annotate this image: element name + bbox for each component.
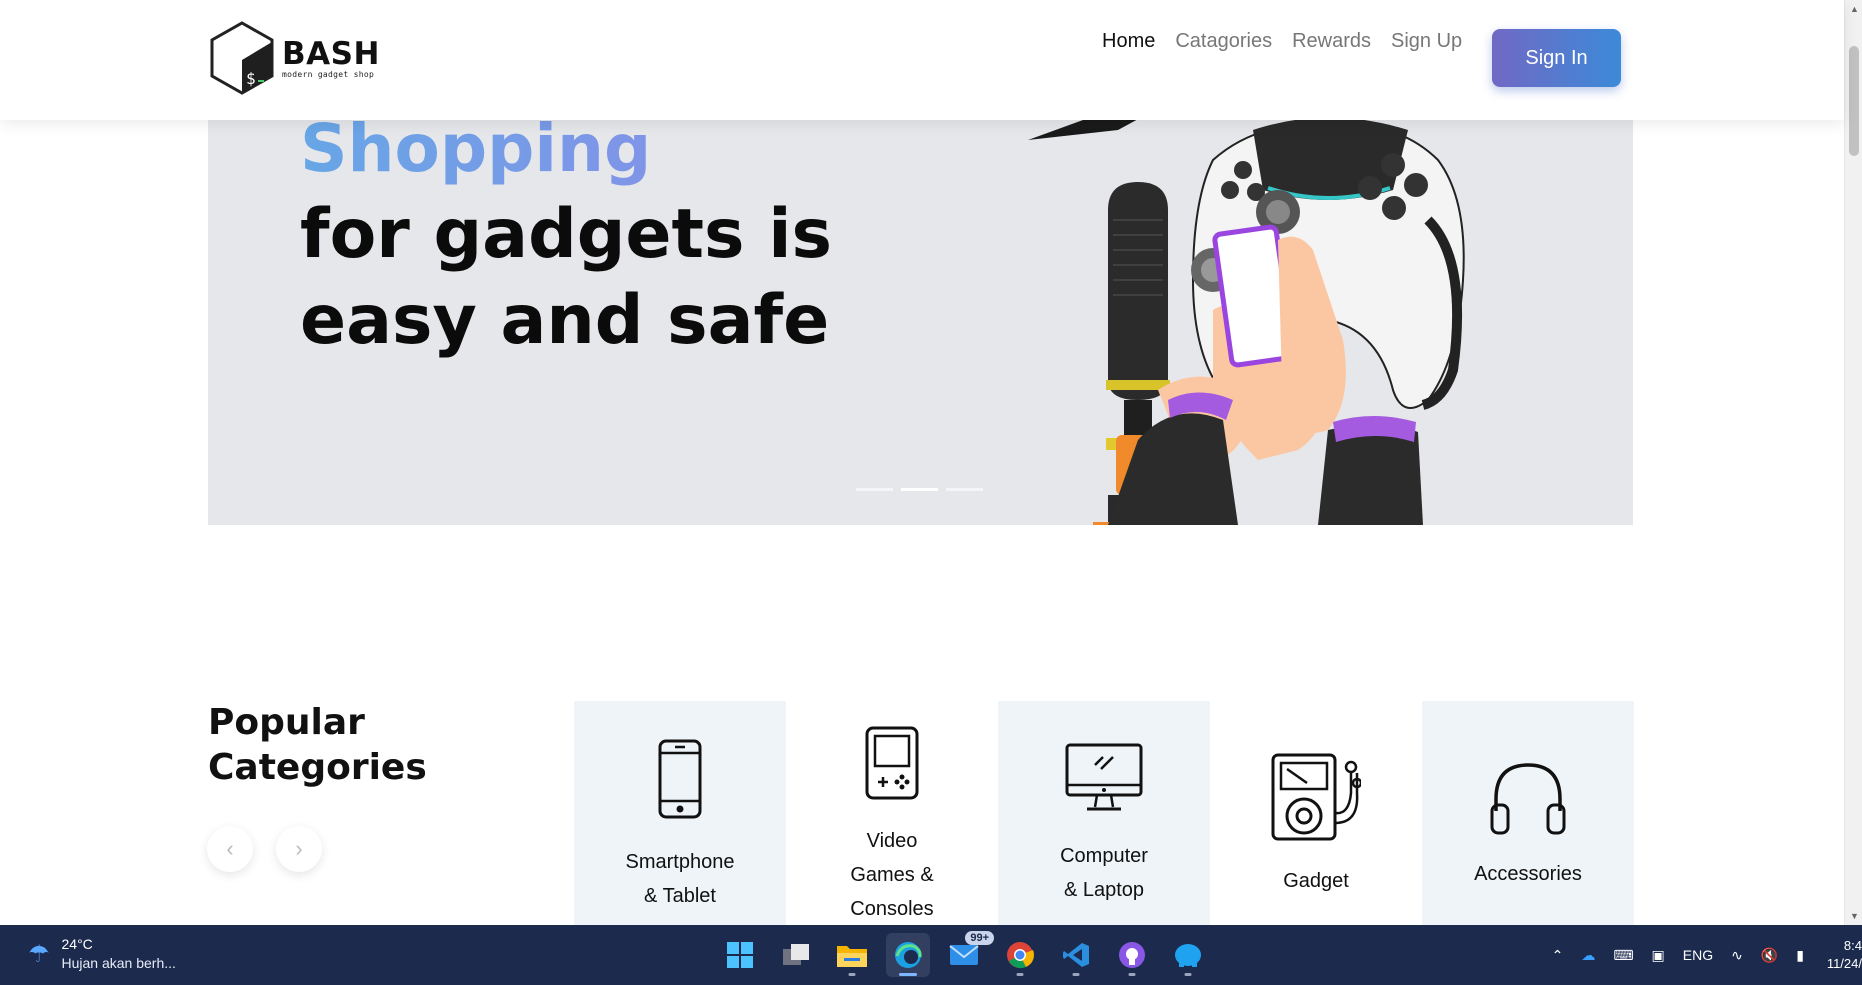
main-nav: Home Catagories Rewards Sign Up [1102, 30, 1462, 53]
weather-description: Hujan akan berh... [61, 955, 176, 971]
brand-tagline: modern gadget shop [282, 69, 375, 79]
hero-line-2: easy and safe [300, 281, 830, 360]
weather-widget[interactable]: ☂ 24°C Hujan akan berh... [28, 935, 176, 973]
sign-in-button[interactable]: Sign In [1492, 29, 1621, 87]
category-card-video-games[interactable]: Video Games & Consoles [786, 701, 998, 925]
app-icon[interactable] [1166, 933, 1210, 977]
carousel-dot-3[interactable] [946, 488, 983, 491]
handheld-console-icon [865, 726, 919, 800]
language-indicator[interactable]: ENG [1683, 947, 1713, 963]
chevron-right-icon: › [295, 836, 303, 861]
terminal-hexagon-icon: $ [210, 21, 274, 95]
file-explorer-icon[interactable] [830, 933, 874, 977]
taskbar-apps: 99+ [718, 931, 1210, 977]
github-icon[interactable] [1110, 933, 1154, 977]
category-label: Gadget [1283, 870, 1349, 892]
nav-home[interactable]: Home [1102, 30, 1155, 53]
vscode-icon[interactable] [1054, 933, 1098, 977]
brand-logo[interactable]: $ BASH modern gadget shop [208, 20, 380, 96]
chevron-left-icon: ‹ [226, 836, 234, 861]
category-card-smartphone[interactable]: Smartphone & Tablet [574, 701, 786, 925]
task-view-icon[interactable] [774, 933, 818, 977]
windows-taskbar: ☂ 24°C Hujan akan berh... 99+ ⌃ ☁ ⌨ ▣ EN… [0, 925, 1862, 985]
popular-categories-heading: Popular Categories [208, 700, 427, 790]
chevron-up-icon[interactable]: ⌃ [1552, 947, 1564, 964]
carousel-indicators [856, 488, 983, 491]
chrome-icon[interactable] [998, 933, 1042, 977]
scroll-up-arrow-icon[interactable]: ▲ [1850, 4, 1859, 14]
nav-rewards[interactable]: Rewards [1292, 30, 1371, 53]
weather-temperature: 24°C [61, 936, 93, 952]
category-label-line-1: Computer [1060, 845, 1148, 867]
edge-icon[interactable] [886, 933, 930, 977]
clock-date: 11/24/ [1826, 956, 1862, 971]
scroll-thumb[interactable] [1849, 46, 1859, 156]
rain-umbrella-icon: ☂ [28, 940, 50, 968]
svg-text:$: $ [246, 69, 256, 88]
carousel-dot-1[interactable] [856, 488, 893, 491]
keyboard-icon[interactable]: ⌨ [1613, 947, 1633, 964]
category-label-line-2: & Laptop [1063, 879, 1145, 901]
wifi-icon[interactable]: ∿ [1731, 947, 1743, 964]
smartphone-icon [658, 739, 702, 819]
hero-gadgets-illustration [1028, 100, 1465, 525]
nav-categories[interactable]: Catagories [1175, 30, 1272, 53]
mail-badge: 99+ [965, 931, 994, 945]
heading-line-2: Categories [208, 747, 427, 788]
category-label: Accessories [1474, 863, 1582, 885]
page-scrollbar[interactable]: ▲ ▼ [1844, 0, 1862, 925]
music-player-icon [1271, 753, 1361, 841]
category-card-accessories[interactable]: Accessories [1422, 701, 1634, 925]
site-header: $ BASH modern gadget shop Home Catagorie… [0, 0, 1844, 120]
categories-prev-button[interactable]: ‹ [207, 826, 253, 872]
category-label-line-2: & Tablet [644, 885, 716, 907]
desktop-computer-icon [1065, 743, 1143, 811]
brand-name: BASH [282, 35, 380, 72]
hero-line-1: for gadgets is [300, 195, 832, 274]
category-label-line-3: Consoles [850, 898, 934, 920]
carousel-dot-2[interactable] [901, 488, 938, 491]
clock-time: 8:4 [1843, 938, 1862, 953]
category-label-line-2: Games & [850, 864, 934, 886]
category-card-gadget[interactable]: Gadget [1210, 701, 1422, 925]
volume-muted-icon[interactable]: 🔇 [1761, 947, 1778, 964]
mail-icon[interactable]: 99+ [942, 931, 994, 977]
category-label-line-1: Smartphone [625, 851, 735, 873]
windows-start-icon[interactable] [718, 933, 762, 977]
nav-sign-up[interactable]: Sign Up [1391, 30, 1462, 53]
heading-line-1: Popular [208, 702, 365, 743]
hero-headline: Shopping for gadgets is easy and safe [300, 106, 832, 364]
hero-carousel: Shopping for gadgets is easy and safe [208, 100, 1633, 525]
system-tray: ⌃ ☁ ⌨ ▣ ENG ∿ 🔇 ▮ 8:4 11/24/ [1552, 925, 1862, 985]
tablet-mode-icon[interactable]: ▣ [1652, 947, 1665, 964]
categories-next-button[interactable]: › [276, 826, 322, 872]
headphones-icon [1490, 763, 1566, 835]
onedrive-cloud-icon[interactable]: ☁ [1581, 947, 1595, 964]
battery-icon[interactable]: ▮ [1796, 947, 1804, 964]
scroll-down-arrow-icon[interactable]: ▼ [1850, 911, 1859, 921]
category-card-computer[interactable]: Computer & Laptop [998, 701, 1210, 925]
clock[interactable]: 8:4 11/24/ [1822, 937, 1862, 973]
category-label-line-1: Video [866, 830, 918, 852]
